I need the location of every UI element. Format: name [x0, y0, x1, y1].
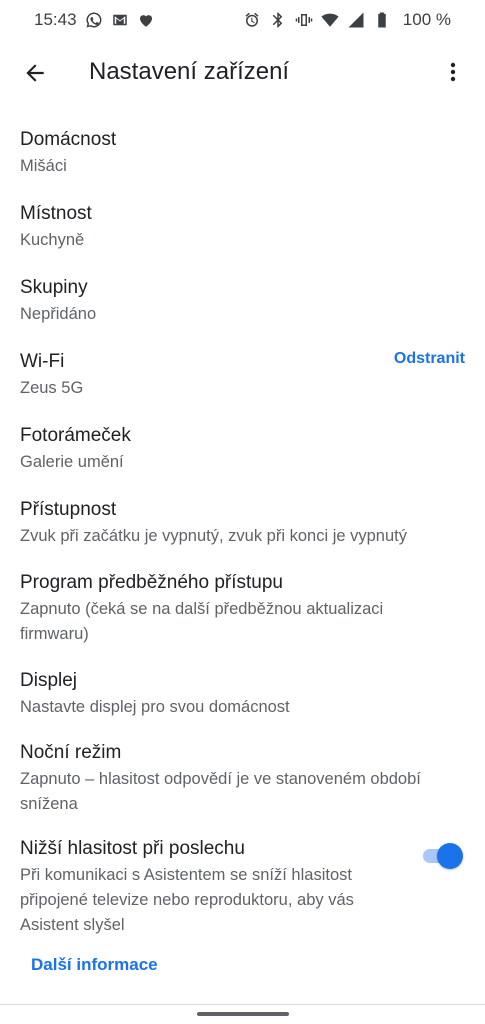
setting-ducking[interactable]: Nižší hlasitost při poslechu Při komunik… — [20, 837, 465, 938]
setting-title: Místnost — [20, 203, 92, 224]
whatsapp-icon — [85, 11, 103, 29]
remove-wifi-button[interactable]: Odstranit — [394, 350, 465, 368]
health-icon — [137, 11, 155, 29]
status-left: 15:43 — [34, 10, 155, 30]
setting-title: Domácnost — [20, 129, 117, 150]
setting-subtitle: Galerie umění — [20, 453, 124, 471]
setting-home[interactable]: Domácnost Mišáci — [20, 128, 465, 179]
setting-subtitle: Kuchyně — [20, 231, 85, 249]
bluetooth-icon — [269, 11, 287, 29]
more-vert-icon — [450, 62, 456, 82]
setting-display[interactable]: Displej Nastavte displej pro svou domácn… — [20, 669, 465, 720]
alarm-icon — [243, 11, 261, 29]
toggle-thumb — [437, 843, 463, 869]
setting-subtitle: Mišáci — [20, 157, 67, 175]
setting-title: Nižší hlasitost při poslechu — [20, 838, 245, 859]
more-info-link[interactable]: Další informace — [31, 955, 158, 975]
setting-subtitle: Zeus 5G — [20, 379, 84, 397]
setting-title: Displej — [20, 670, 78, 691]
setting-room[interactable]: Místnost Kuchyně — [20, 202, 465, 253]
status-right: 100 % — [243, 10, 451, 30]
battery-percentage: 100 % — [402, 10, 451, 29]
subtitle-line: firmwaru) — [20, 625, 89, 643]
setting-accessibility[interactable]: Přístupnost Zvuk při začátku je vypnutý,… — [20, 498, 465, 549]
setting-title: Přístupnost — [20, 499, 117, 520]
vibrate-icon — [295, 11, 313, 29]
app-bar: Nastavení zařízení — [0, 40, 485, 104]
setting-subtitle: Nepřidáno — [20, 305, 97, 323]
subtitle-line: Asistent slyšel — [20, 916, 125, 934]
battery-icon — [373, 11, 391, 29]
setting-preview-program[interactable]: Program předběžného přístupu Zapnuto (če… — [20, 571, 465, 647]
bottom-divider — [0, 1004, 485, 1005]
setting-title: Program předběžného přístupu — [20, 572, 283, 593]
subtitle-line: snížena — [20, 795, 78, 813]
subtitle-line: Při komunikaci s Asistentem se sníží hla… — [20, 866, 352, 884]
back-button[interactable] — [20, 58, 50, 88]
signal-icon — [347, 11, 365, 29]
setting-title: Fotorámeček — [20, 425, 131, 446]
subtitle-line: Zapnuto (čeká se na další předběžnou akt… — [20, 600, 384, 618]
setting-night-mode[interactable]: Noční režim Zapnuto – hlasitost odpovědí… — [20, 741, 465, 817]
setting-subtitle: Zapnuto – hlasitost odpovědí je ve stano… — [20, 767, 465, 817]
setting-subtitle: Zapnuto (čeká se na další předběžnou akt… — [20, 597, 465, 647]
status-bar: 15:43 100 % — [0, 0, 485, 40]
more-options-button[interactable] — [441, 57, 465, 87]
setting-title: Skupiny — [20, 277, 88, 298]
wifi-icon — [321, 11, 339, 29]
gmail-icon — [111, 11, 129, 29]
setting-subtitle: Při komunikaci s Asistentem se sníží hla… — [20, 863, 465, 938]
subtitle-line: Zapnuto – hlasitost odpovědí je ve stano… — [20, 770, 421, 788]
setting-wifi[interactable]: Wi-Fi Zeus 5G Odstranit — [20, 350, 465, 401]
gesture-nav-handle[interactable] — [197, 1012, 289, 1016]
ducking-toggle[interactable] — [423, 843, 463, 869]
page-title: Nastavení zařízení — [89, 58, 290, 85]
subtitle-line: připojené televize nebo reproduktoru, ab… — [20, 891, 354, 909]
setting-subtitle: Zvuk při začátku je vypnutý, zvuk při ko… — [20, 527, 407, 545]
status-time: 15:43 — [34, 10, 77, 29]
setting-title: Noční režim — [20, 742, 122, 763]
setting-groups[interactable]: Skupiny Nepřidáno — [20, 276, 465, 327]
setting-photo-frame[interactable]: Fotorámeček Galerie umění — [20, 424, 465, 475]
setting-subtitle: Nastavte displej pro svou domácnost — [20, 698, 290, 716]
arrow-back-icon — [26, 64, 44, 82]
